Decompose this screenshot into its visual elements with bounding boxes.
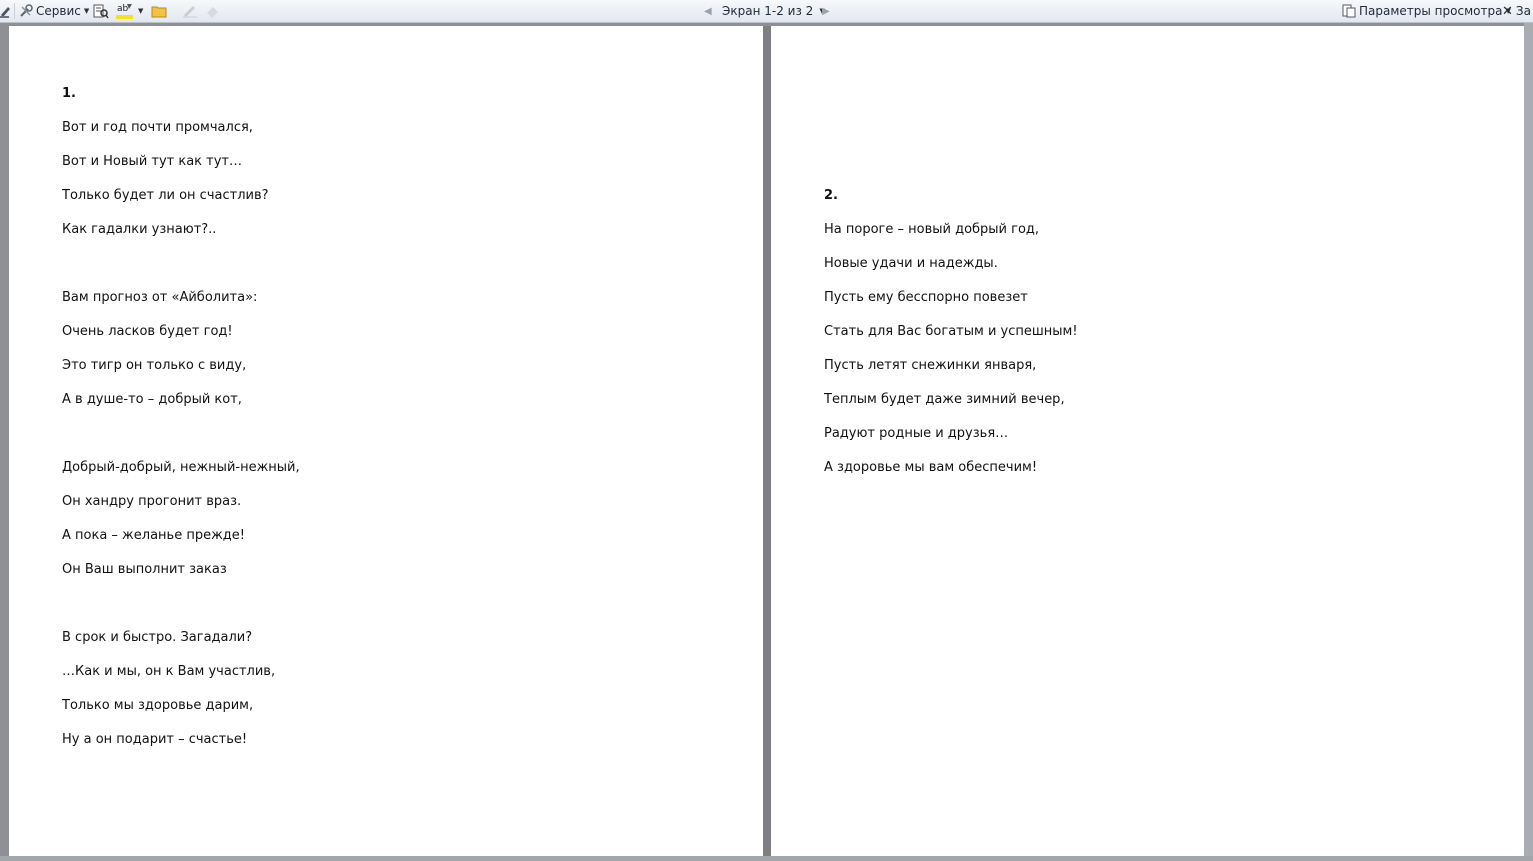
tools-icon — [19, 4, 33, 18]
svg-text:ab: ab — [117, 4, 129, 14]
folder-button[interactable] — [151, 0, 167, 22]
poem-line: Добрый-добрый, нежный-нежный, — [62, 460, 300, 475]
poem-line: …Как и мы, он к Вам участлив, — [62, 664, 276, 679]
chevron-left-icon: ◀ — [704, 5, 712, 17]
poem-line: Только мы здоровье дарим, — [62, 698, 254, 713]
highlighter-icon: ab — [116, 2, 134, 20]
poem-line: А здоровье мы вам обеспечим! — [824, 460, 1038, 475]
pencil-icon — [182, 4, 198, 18]
close-button[interactable]: ✕ За — [1502, 0, 1531, 22]
edit-button[interactable] — [182, 0, 198, 22]
poem-line: Ну а он подарит – счастье! — [62, 732, 248, 747]
poem-line: Это тигр он только с виду, — [62, 358, 247, 373]
screen-nav-label: Экран 1-2 из 2 — [722, 4, 814, 18]
service-label: Сервис — [36, 4, 81, 18]
poem-number: 1. — [62, 86, 76, 101]
folder-icon — [151, 4, 167, 18]
poem-line: Очень ласков будет год! — [62, 324, 233, 339]
poem-line: Только будет ли он счастлив? — [62, 188, 269, 203]
poem-line: Вот и год почти промчался, — [62, 120, 253, 135]
chevron-down-icon: ▼ — [138, 7, 144, 15]
toolbar: Сервис ▼ ab ▼ ◀ Экран 1-2 из 2 ▼ ▶ Парам… — [0, 0, 1533, 23]
view-options-label: Параметры просмотра — [1359, 4, 1503, 18]
document-page-2: 2. На пороге – новый добрый год, Новые у… — [771, 26, 1524, 856]
poem-line: Вот и Новый тут как тут… — [62, 154, 243, 169]
poem-line: Он Ваш выполнит заказ — [62, 562, 227, 577]
view-options-menu[interactable]: Параметры просмотра ▼ — [1342, 0, 1511, 22]
poem-line: Радуют родные и друзья… — [824, 426, 1009, 441]
screen-nav[interactable]: Экран 1-2 из 2 ▼ — [722, 0, 825, 22]
research-icon — [93, 3, 109, 19]
bottom-edge — [0, 856, 1533, 861]
window-edge — [1524, 23, 1533, 861]
page-gap — [763, 26, 771, 861]
close-label: За — [1515, 4, 1531, 18]
poem-line: А в душе-то – добрый кот, — [62, 392, 242, 407]
close-icon: ✕ — [1502, 3, 1513, 19]
eraser-button[interactable] — [204, 0, 220, 22]
poem-line: Вам прогноз от «Айболита»: — [62, 290, 258, 305]
chevron-down-icon: ▼ — [83, 7, 90, 15]
highlight-button[interactable]: ab ▼ — [116, 0, 143, 22]
chevron-right-icon: ▶ — [822, 5, 830, 17]
view-options-icon — [1342, 4, 1356, 18]
poem-line: На пороге – новый добрый год, — [824, 222, 1040, 237]
next-screen-button[interactable]: ▶ — [822, 0, 830, 22]
print-icon[interactable] — [0, 0, 12, 22]
poem-line: Пусть ему бесспорно повезет — [824, 290, 1028, 305]
poem-number: 2. — [824, 188, 838, 203]
poem-line: А пока – желанье прежде! — [62, 528, 245, 543]
service-menu[interactable]: Сервис ▼ — [19, 0, 89, 22]
poem-line: Он хандру прогонит враз. — [62, 494, 242, 509]
poem-line: Пусть летят снежинки января, — [824, 358, 1037, 373]
poem-line: Как гадалки узнают?.. — [62, 222, 217, 237]
poem-line: В срок и быстро. Загадали? — [62, 630, 253, 645]
prev-screen-button[interactable]: ◀ — [704, 0, 712, 22]
poem-line: Новые удачи и надежды. — [824, 256, 998, 271]
document-page-1: 1. Вот и год почти промчался, Вот и Новы… — [9, 26, 763, 856]
research-button[interactable] — [93, 0, 109, 22]
poem-line: Теплым будет даже зимний вечер, — [824, 392, 1065, 407]
eraser-icon — [204, 4, 220, 18]
poem-line: Стать для Вас богатым и успешным! — [824, 324, 1078, 339]
